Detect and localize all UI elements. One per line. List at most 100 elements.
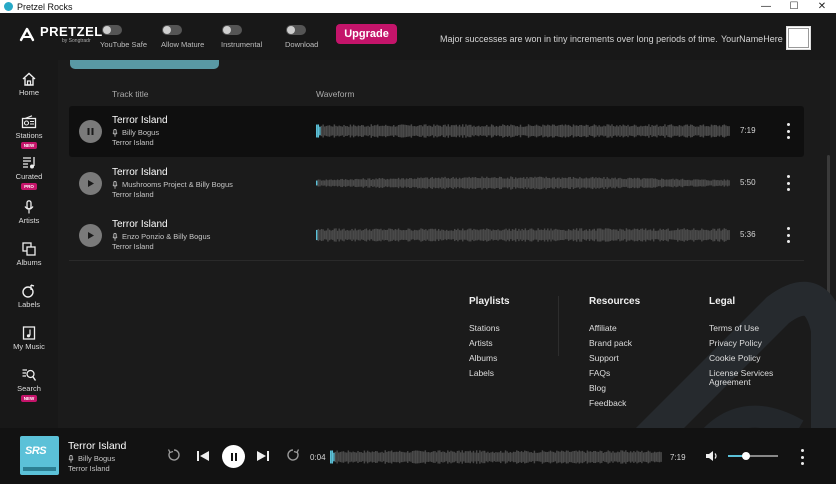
footer-link-labels[interactable]: Labels	[469, 368, 510, 378]
home-icon	[22, 72, 36, 86]
footer-link-cookie[interactable]: Cookie Policy	[709, 353, 789, 363]
brand-subtitle: by Songtradr	[62, 38, 91, 44]
sidebar-item-albums[interactable]: Albums	[0, 242, 58, 267]
footer-link-artists[interactable]: Artists	[469, 338, 510, 348]
footer-divider	[69, 260, 804, 261]
track-waveform[interactable]	[316, 121, 730, 141]
now-playing-album[interactable]: Terror Island	[68, 464, 110, 473]
sidebar-item-stations[interactable]: Stations NEW	[0, 115, 58, 149]
instrumental-toggle[interactable]	[221, 25, 242, 35]
sidebar-item-labels[interactable]: Labels	[0, 284, 58, 309]
play-button[interactable]	[79, 172, 102, 195]
new-badge: NEW	[20, 395, 38, 402]
youtube-safe-toggle[interactable]	[101, 25, 122, 35]
download-toggle[interactable]	[285, 25, 306, 35]
footer-link-affiliate[interactable]: Affiliate	[589, 323, 640, 333]
footer-link-feedback[interactable]: Feedback	[589, 398, 640, 408]
track-waveform[interactable]	[316, 225, 730, 245]
pretzel-logo[interactable]: PRETZEL by Songtradr	[18, 25, 103, 44]
track-duration: 5:50	[740, 178, 756, 187]
sidebar-item-home[interactable]: Home	[0, 72, 58, 97]
footer-link-blog[interactable]: Blog	[589, 383, 640, 393]
minimize-button[interactable]: —	[752, 0, 780, 13]
volume-slider[interactable]	[728, 452, 778, 460]
footer-link-privacy[interactable]: Privacy Policy	[709, 338, 789, 348]
download-label: Download	[285, 40, 319, 49]
footer-link-brand-pack[interactable]: Brand pack	[589, 338, 640, 348]
footer-link-faqs[interactable]: FAQs	[589, 368, 640, 378]
player-more-menu[interactable]	[800, 449, 804, 465]
avatar[interactable]	[786, 26, 811, 50]
youtube-safe-toggle-group: YouTube Safe	[100, 25, 147, 49]
play-pause-button[interactable]	[222, 445, 245, 468]
upgrade-button[interactable]: Upgrade	[336, 24, 397, 44]
previous-track-icon[interactable]	[196, 450, 210, 462]
track-album[interactable]: Terror Island	[112, 242, 154, 251]
allow-mature-toggle[interactable]	[162, 25, 183, 35]
footer-heading-legal: Legal	[709, 296, 736, 307]
track-waveform[interactable]	[316, 173, 730, 193]
track-album[interactable]: Terror Island	[112, 138, 154, 147]
track-artist[interactable]: Mushrooms Project & Billy Bogus	[112, 180, 233, 189]
footer-link-terms[interactable]: Terms of Use	[709, 323, 789, 333]
albums-icon	[22, 242, 36, 256]
track-artist-name: Billy Bogus	[122, 128, 160, 137]
sidebar-item-label: Albums	[16, 258, 42, 267]
pretzel-logo-icon	[19, 27, 35, 41]
replay-icon[interactable]	[167, 448, 181, 462]
track-more-menu[interactable]	[786, 175, 790, 191]
now-playing-cover[interactable]: SRS	[20, 436, 59, 475]
now-playing-artist[interactable]: Billy Bogus	[68, 454, 115, 463]
now-playing-artist-name: Billy Bogus	[78, 454, 116, 463]
sidebar-item-search[interactable]: Search NEW	[0, 368, 58, 402]
now-playing-title[interactable]: Terror Island	[68, 440, 126, 452]
footer-link-stations[interactable]: Stations	[469, 323, 510, 333]
play-icon	[88, 232, 94, 239]
track-artist[interactable]: Enzo Ponzio & Billy Bogus	[112, 232, 210, 241]
username[interactable]: YourNameHere	[721, 34, 783, 44]
track-title[interactable]: Terror Island	[112, 167, 168, 178]
track-album[interactable]: Terror Island	[112, 190, 154, 199]
curated-icon	[23, 157, 35, 169]
track-row[interactable]: Terror Island Billy Bogus Terror Island …	[69, 106, 804, 157]
pro-badge: PRO	[21, 183, 37, 190]
track-title[interactable]: Terror Island	[112, 115, 168, 126]
radio-icon	[21, 115, 37, 129]
pause-button[interactable]	[79, 120, 102, 143]
sidebar-item-my-music[interactable]: My Music	[0, 326, 58, 351]
sidebar-item-label: Labels	[17, 300, 41, 309]
play-button[interactable]	[79, 224, 102, 247]
repeat-icon[interactable]	[286, 448, 300, 462]
column-header-title[interactable]: Track title	[112, 89, 149, 99]
maximize-button[interactable]: ☐	[780, 0, 808, 13]
track-more-menu[interactable]	[786, 123, 790, 139]
sidebar-item-label: Curated	[15, 172, 43, 181]
column-header-waveform: Waveform	[316, 89, 355, 99]
download-toggle-group: Download	[285, 25, 318, 49]
track-artist[interactable]: Billy Bogus	[112, 128, 159, 137]
close-button[interactable]: ✕	[808, 0, 836, 13]
sidebar-item-curated[interactable]: Curated PRO	[0, 156, 58, 190]
instrumental-label: Instrumental	[221, 40, 263, 49]
next-track-icon[interactable]	[256, 450, 270, 462]
sidebar: Home Stations NEW Curated PRO Artists Al…	[0, 60, 58, 428]
volume-icon[interactable]	[705, 449, 719, 463]
footer-link-albums[interactable]: Albums	[469, 353, 510, 363]
volume-slider-handle[interactable]	[741, 452, 750, 460]
footer-link-license[interactable]: License Services Agreement	[709, 368, 789, 388]
allow-mature-label: Allow Mature	[161, 40, 205, 49]
microphone-icon	[112, 128, 118, 137]
motto-text: Major successes are won in tiny incremen…	[440, 34, 718, 44]
footer-legal: Legal Terms of Use Privacy Policy Cookie…	[709, 296, 789, 393]
total-time: 7:19	[670, 453, 686, 462]
track-row[interactable]: Terror Island Enzo Ponzio & Billy Bogus …	[69, 210, 804, 261]
player-progress-waveform[interactable]	[330, 447, 662, 467]
track-duration: 5:36	[740, 230, 756, 239]
footer-link-support[interactable]: Support	[589, 353, 640, 363]
track-row[interactable]: Terror Island Mushrooms Project & Billy …	[69, 158, 804, 209]
track-title[interactable]: Terror Island	[112, 219, 168, 230]
track-more-menu[interactable]	[786, 227, 790, 243]
window-titlebar: Pretzel Rocks — ☐ ✕	[0, 0, 836, 13]
sidebar-item-artists[interactable]: Artists	[0, 200, 58, 225]
play-all-button[interactable]	[70, 60, 219, 69]
